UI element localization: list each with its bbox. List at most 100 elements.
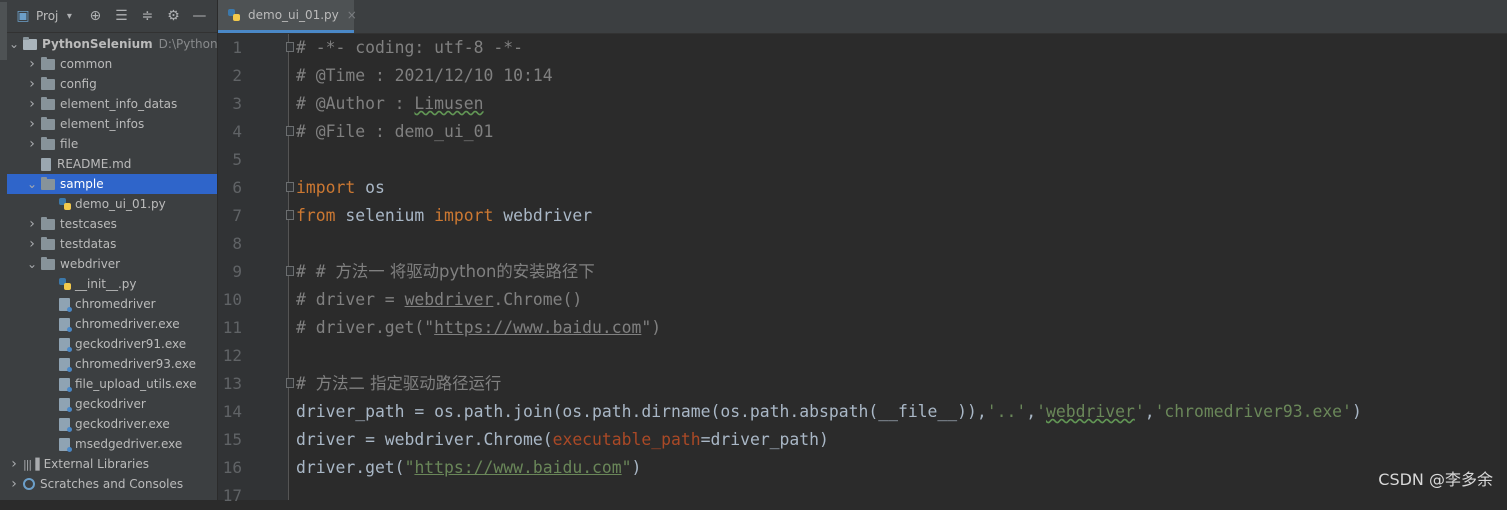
code-token: webdriver — [404, 290, 494, 309]
tree-item-label: geckodriver91.exe — [75, 337, 187, 351]
project-tool-window-tab[interactable] — [0, 2, 7, 60]
line-number: 3 — [232, 94, 242, 113]
code-text: # driver = webdriver.Chrome() — [296, 286, 582, 314]
code-text: import os — [296, 174, 385, 202]
editor-tab-bar: demo_ui_01.py × — [218, 0, 1507, 34]
line-number: 9 — [232, 262, 242, 281]
code-token: driver.get( — [296, 458, 405, 477]
project-view-selector[interactable]: Proj — [36, 9, 58, 23]
target-icon[interactable]: ⊕ — [86, 8, 104, 24]
tree-item[interactable]: __init__.py — [7, 274, 217, 294]
code-text: # @File : demo_ui_01 — [296, 118, 493, 146]
code-token: webdriver — [493, 206, 593, 225]
tree-item-label: common — [60, 57, 113, 71]
file-icon — [59, 317, 72, 332]
tree-item[interactable]: chromedriver.exe — [7, 314, 217, 334]
tree-item-label: __init__.py — [75, 277, 137, 291]
tree-item[interactable]: › file — [7, 134, 217, 154]
tree-item[interactable]: ⌄ webdriver — [7, 254, 217, 274]
tree-item-label: webdriver — [60, 257, 121, 271]
code-token: Limusen — [414, 94, 484, 113]
tree-item[interactable]: ⌄ PythonSelenium D:\PythonS — [7, 34, 217, 54]
code-line: 6 import os — [218, 174, 1507, 202]
fold-marker-icon[interactable] — [286, 126, 294, 136]
chevron-right-icon[interactable]: › — [9, 476, 19, 492]
chevron-down-icon[interactable]: ⌄ — [27, 177, 37, 191]
fold-marker-icon[interactable] — [286, 182, 294, 192]
project-view-icon: ▣ — [16, 8, 30, 24]
tree-item[interactable]: geckodriver91.exe — [7, 334, 217, 354]
fold-marker-icon[interactable] — [286, 210, 294, 220]
code-line: 8 — [218, 230, 1507, 258]
code-token: 方法二 指定驱动路径运行 — [315, 374, 502, 393]
chevron-right-icon[interactable]: › — [27, 236, 37, 252]
tree-item[interactable]: › element_info_datas — [7, 94, 217, 114]
tree-item[interactable]: demo_ui_01.py — [7, 194, 217, 214]
line-number: 7 — [232, 206, 242, 225]
tree-item-label: demo_ui_01.py — [75, 197, 166, 211]
tree-item-label: testdatas — [60, 237, 117, 251]
tree-item[interactable]: file_upload_utils.exe — [7, 374, 217, 394]
code-editor[interactable]: 1 # -*- coding: utf-8 -*- 2 # @Time : 2021/… — [218, 34, 1507, 510]
code-line: 10 # driver = webdriver.Chrome() — [218, 286, 1507, 314]
tree-item-label: Scratches and Consoles — [40, 477, 184, 491]
chevron-down-icon[interactable]: ⌄ — [27, 257, 37, 271]
close-icon[interactable]: × — [347, 8, 357, 22]
project-path-hint: D:\PythonS — [158, 37, 218, 51]
collapse-all-icon[interactable]: ☰ — [112, 8, 130, 24]
tree-item[interactable]: › common — [7, 54, 217, 74]
code-token: os — [355, 178, 385, 197]
tree-item[interactable]: › testdatas — [7, 234, 217, 254]
tree-item-label: README.md — [57, 157, 132, 171]
code-token: ) — [631, 458, 642, 477]
code-token: ' — [1134, 402, 1145, 421]
code-token: driver = webdriver.Chrome( — [296, 430, 553, 449]
python-file-icon — [59, 197, 71, 211]
folder-icon — [41, 176, 55, 190]
tree-item[interactable]: › element_infos — [7, 114, 217, 134]
folder-icon — [41, 216, 55, 230]
tree-item[interactable]: › config — [7, 74, 217, 94]
tree-item[interactable]: README.md — [7, 154, 217, 174]
minimize-icon[interactable]: — — [190, 8, 208, 24]
code-token: # — [296, 374, 316, 393]
tree-item[interactable]: msedgedriver.exe — [7, 434, 217, 454]
tree-item[interactable]: › Scratches and Consoles — [7, 474, 217, 494]
code-token: https://www.baidu.com — [434, 318, 642, 337]
expand-all-icon[interactable]: ≑ — [138, 8, 156, 24]
tree-item[interactable]: ⌄ sample — [7, 174, 217, 194]
folder-icon — [41, 96, 55, 110]
tree-item[interactable]: › testcases — [7, 214, 217, 234]
chevron-right-icon[interactable]: › — [9, 456, 19, 472]
code-line: 15 driver = webdriver.Chrome(executable_p… — [218, 426, 1507, 454]
chevron-right-icon[interactable]: › — [27, 216, 37, 232]
chevron-right-icon[interactable]: › — [27, 116, 37, 132]
fold-marker-icon[interactable] — [286, 378, 294, 388]
chevron-right-icon[interactable]: › — [27, 96, 37, 112]
tree-item[interactable]: chromedriver — [7, 294, 217, 314]
gear-icon[interactable]: ⚙ — [164, 8, 182, 24]
tree-item[interactable]: geckodriver.exe — [7, 414, 217, 434]
chevron-right-icon[interactable]: › — [27, 136, 37, 152]
code-token: 'chromedriver93.exe' — [1154, 402, 1352, 421]
chevron-down-icon[interactable]: ⌄ — [9, 37, 19, 51]
tree-item[interactable]: › |||▐ External Libraries — [7, 454, 217, 474]
editor-area: demo_ui_01.py × 1 # -*- coding: utf-8 -*-… — [218, 0, 1507, 505]
line-number: 12 — [222, 346, 242, 365]
tree-item[interactable]: geckodriver — [7, 394, 217, 414]
code-text: # -*- coding: utf-8 -*- — [296, 34, 523, 62]
editor-tab-demo-ui-01[interactable]: demo_ui_01.py × — [218, 0, 357, 33]
line-number: 10 — [222, 290, 242, 309]
line-number: 4 — [232, 122, 242, 141]
tree-item[interactable]: chromedriver93.exe — [7, 354, 217, 374]
chevron-right-icon[interactable]: › — [27, 76, 37, 92]
code-text: driver = webdriver.Chrome(executable_pat… — [296, 426, 829, 454]
dropdown-arrow-icon[interactable]: ▾ — [60, 11, 78, 22]
code-line: 5 — [218, 146, 1507, 174]
code-token: selenium — [335, 206, 435, 225]
fold-marker-icon[interactable] — [286, 266, 294, 276]
library-icon: |||▐ — [23, 457, 40, 471]
chevron-right-icon[interactable]: › — [27, 56, 37, 72]
code-line: 11 # driver.get("https://www.baidu.com") — [218, 314, 1507, 342]
fold-marker-icon[interactable] — [286, 42, 294, 52]
